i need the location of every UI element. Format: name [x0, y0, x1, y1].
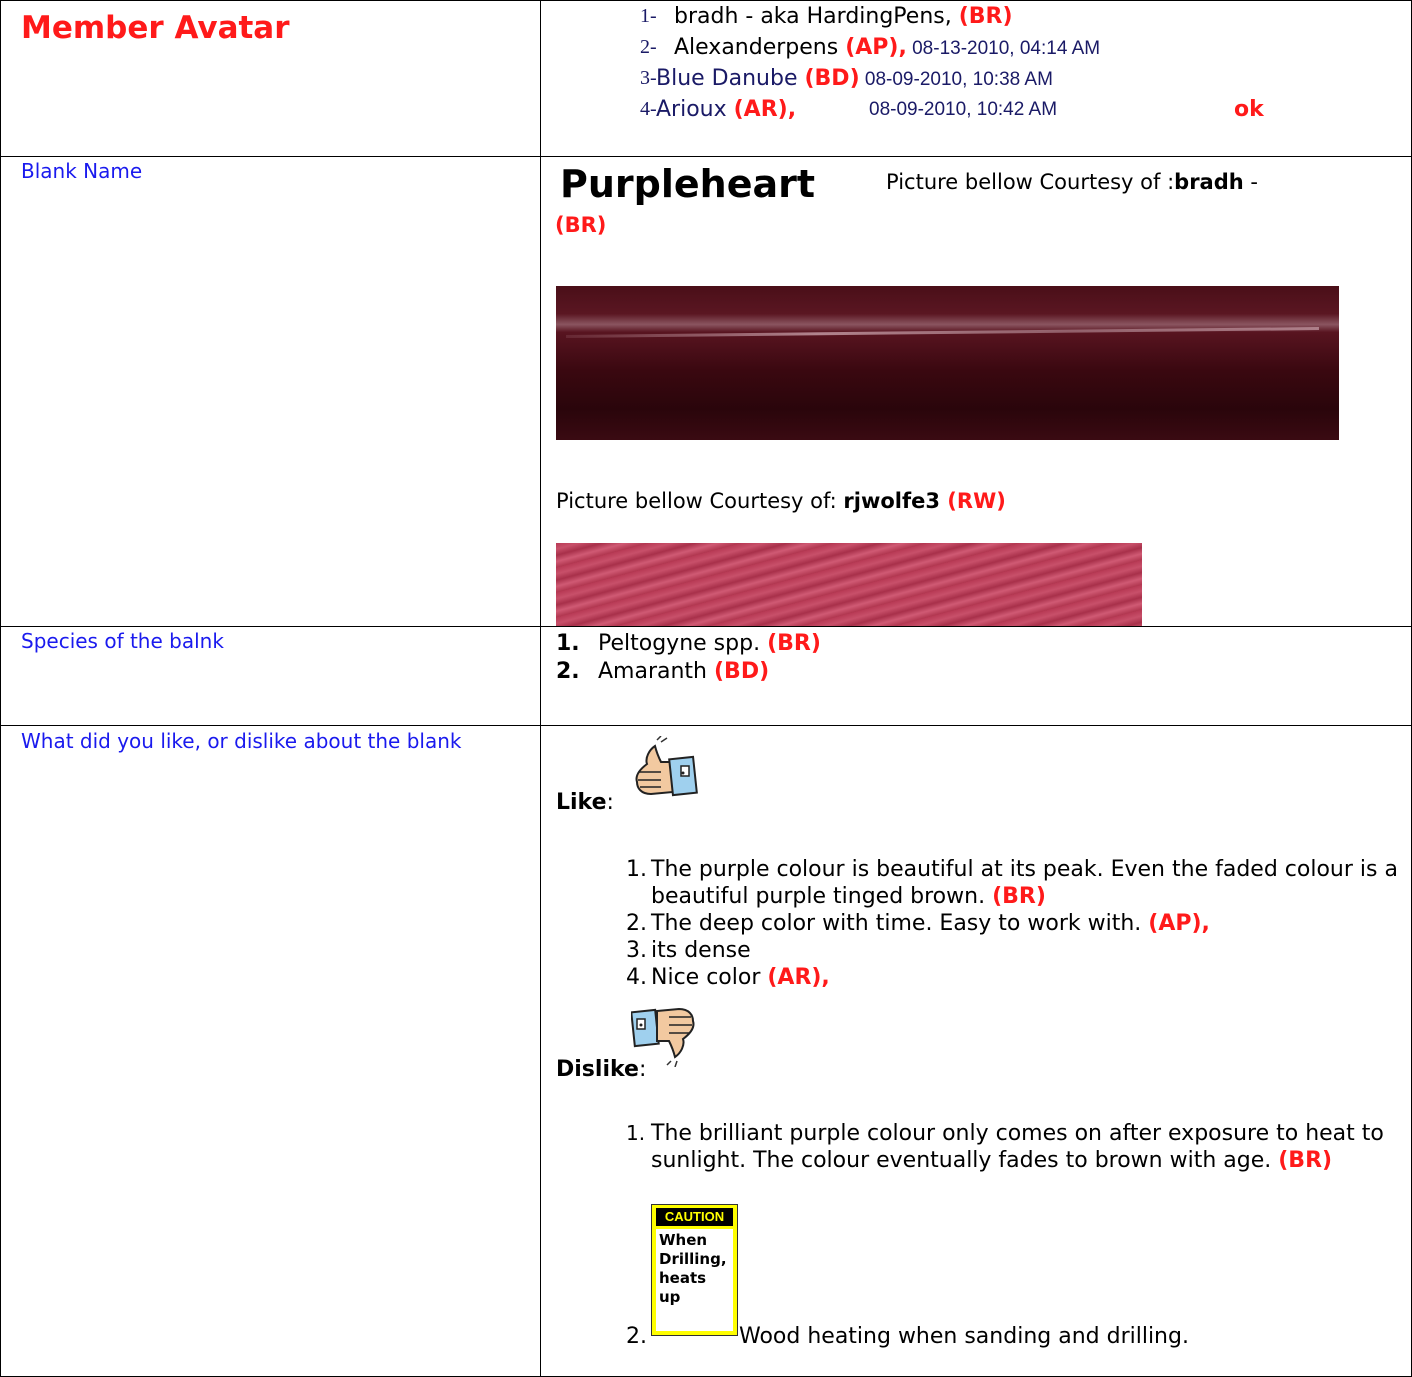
courtesy-prefix: Picture bellow Courtesy of :	[886, 170, 1175, 194]
blank-name-row: Blank Name Purpleheart Picture bellow Co…	[0, 156, 1412, 627]
species-number: 2.	[556, 659, 580, 684]
like-heading: Like:	[556, 790, 614, 815]
species-row: Species of the balnk 1. Peltogyne spp. (B…	[0, 626, 1412, 726]
dislike-heading: Dislike:	[556, 1057, 647, 1082]
dislike-item: 2. Wood heating when sanding and drillin…	[626, 1324, 1189, 1349]
species-text: Amaranth	[598, 659, 714, 684]
member-row: Member Avatar 1- bradh - aka HardingPens…	[0, 0, 1412, 157]
species-code: (BD)	[714, 659, 770, 684]
like-item: 2. The deep color with time. Easy to work…	[626, 911, 1210, 936]
blank-name-label: Blank Name	[21, 159, 143, 183]
courtesy-code: (RW)	[940, 489, 1006, 513]
member-date: 08-09-2010, 10:38 AM	[859, 69, 1053, 90]
likes-label: What did you like, or dislike about the …	[21, 729, 462, 753]
species-item: 1. Peltogyne spp. (BR)	[556, 630, 1411, 658]
courtesy-code: (BR)	[555, 213, 607, 237]
member-item: 4- Arioux (AR), 08-09-2010, 10:42 AM ok	[541, 94, 1411, 125]
courtesy-line-2: Picture bellow Courtesy of: rjwolfe3 (RW…	[556, 489, 1006, 513]
species-label-cell: Species of the balnk	[0, 626, 541, 726]
species-content-cell: 1. Peltogyne spp. (BR) 2. Amaranth (BD)	[540, 626, 1412, 726]
member-avatar-title: Member Avatar	[21, 10, 290, 46]
courtesy-user: bradh	[1174, 170, 1244, 194]
courtesy-dash: -	[1243, 170, 1258, 194]
blank-label-cell: Blank Name	[0, 156, 541, 627]
courtesy-user: rjwolfe3	[843, 489, 940, 513]
species-text: Peltogyne spp.	[598, 631, 768, 656]
review-table: Member Avatar 1- bradh - aka HardingPens…	[0, 0, 1412, 1377]
dislike-text: Wood heating when sanding and drilling.	[739, 1324, 1189, 1349]
member-label-cell: Member Avatar	[0, 0, 541, 157]
species-label: Species of the balnk	[21, 629, 224, 653]
member-name: bradh - aka HardingPens,	[674, 4, 959, 29]
member-list-cell: 1- bradh - aka HardingPens, (BR) 2- Alex…	[540, 0, 1412, 157]
caution-heading: CAUTION	[656, 1208, 733, 1226]
species-number: 1.	[556, 631, 580, 656]
member-date: 08-13-2010, 04:14 AM	[906, 38, 1101, 59]
member-list: 1- bradh - aka HardingPens, (BR) 2- Alex…	[541, 1, 1411, 125]
species-code: (BR)	[767, 631, 821, 656]
species-list: 1. Peltogyne spp. (BR) 2. Amaranth (BD)	[541, 627, 1411, 686]
like-list: 1. The purple colour is beautiful at its …	[581, 856, 1401, 991]
like-item: 1. The purple colour is beautiful at its …	[626, 857, 1398, 909]
species-item: 2. Amaranth (BD)	[556, 658, 1411, 686]
member-name: Arioux	[656, 97, 734, 122]
member-date: 08-09-2010, 10:42 AM	[869, 99, 1058, 120]
dislike-item: 1. The brilliant purple colour only comes…	[626, 1121, 1384, 1173]
member-code: (AP),	[845, 35, 907, 60]
member-item: 2- Alexanderpens (AP), 08-13-2010, 04:14…	[541, 32, 1411, 63]
member-name: Blue Danube	[656, 66, 805, 91]
thumbs-up-icon	[635, 736, 698, 797]
blank-content-cell: Purpleheart Picture bellow Courtesy of :…	[540, 156, 1412, 627]
courtesy-line-1: Picture bellow Courtesy of :bradh -	[886, 170, 1258, 194]
member-item: 1- bradh - aka HardingPens, (BR)	[541, 1, 1411, 32]
like-dislike-row: What did you like, or dislike about the …	[0, 725, 1412, 1377]
dislike-number: 2.	[626, 1324, 647, 1349]
blank-name-title: Purpleheart	[560, 162, 816, 206]
member-code: (BR)	[958, 4, 1013, 29]
likes-content-cell: Like: 1. The purple colour is beautiful a…	[540, 725, 1412, 1377]
like-item: 4. Nice color (AR),	[626, 965, 830, 990]
member-code: (BD)	[804, 66, 860, 91]
purpleheart-blank-photo-2	[556, 543, 1142, 626]
likes-label-cell: What did you like, or dislike about the …	[0, 725, 541, 1377]
courtesy-prefix: Picture bellow Courtesy of:	[556, 489, 844, 513]
caution-sign: CAUTION When Drilling, heats up	[651, 1204, 738, 1336]
caution-text: When Drilling, heats up	[656, 1229, 733, 1331]
ok-mark: ok	[1234, 97, 1264, 122]
dislike-list: 1. The brilliant purple colour only comes…	[581, 1120, 1401, 1174]
purpleheart-blank-photo-1	[556, 286, 1339, 440]
member-code: (AR),	[733, 97, 797, 122]
member-name: Alexanderpens	[674, 35, 846, 60]
like-item: 3. its dense	[626, 938, 751, 963]
member-item: 3- Blue Danube (BD) 08-09-2010, 10:38 AM	[541, 63, 1411, 94]
